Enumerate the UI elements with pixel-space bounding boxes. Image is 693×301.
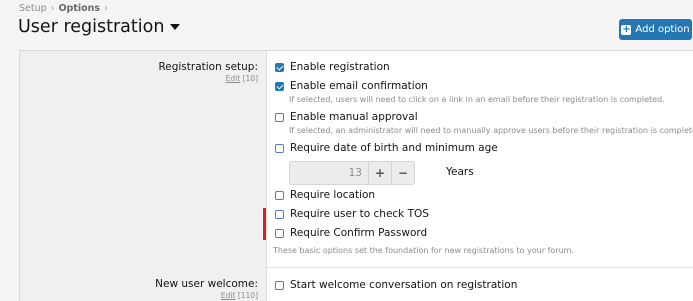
option-welcome-conversation[interactable]: Start welcome conversation on registrati… <box>275 279 517 291</box>
decrement-button[interactable]: − <box>391 162 414 184</box>
option-hint: If selected, an administrator will need … <box>289 126 693 135</box>
plus-square-icon: + <box>621 23 632 35</box>
checkbox-icon[interactable] <box>275 190 284 200</box>
options-panel: Registration setup: Edit [10] New user w… <box>19 50 693 301</box>
increment-button[interactable]: + <box>368 162 391 184</box>
option-require-tos[interactable]: Require user to check TOS <box>275 208 429 220</box>
registration-setup-edit: Edit [10] <box>158 74 258 83</box>
option-enable-email-confirmation[interactable]: Enable email confirmation <box>275 80 428 92</box>
display-order: [110] <box>237 291 258 300</box>
caret-down-icon[interactable] <box>170 24 181 30</box>
checkbox-checked-icon[interactable] <box>275 81 284 91</box>
min-age-stepper[interactable]: 13 + − <box>289 161 415 185</box>
new-user-welcome-edit: Edit [110] <box>155 291 258 300</box>
option-require-confirm-password[interactable]: Require Confirm Password <box>275 227 427 239</box>
change-marker <box>263 208 266 240</box>
new-user-welcome-label: New user welcome: Edit [110] <box>155 278 258 300</box>
option-require-dob[interactable]: Require date of birth and minimum age <box>275 142 498 154</box>
option-label: Require date of birth and minimum age <box>290 142 498 154</box>
breadcrumb-setup[interactable]: Setup <box>19 3 47 14</box>
label-column: Registration setup: Edit [10] New user w… <box>20 51 267 301</box>
breadcrumb-separator: › <box>50 3 55 14</box>
option-enable-manual-approval[interactable]: Enable manual approval <box>275 111 418 123</box>
option-label: Require location <box>290 189 376 201</box>
section-explain: These basic options set the foundation f… <box>273 246 574 255</box>
checkbox-icon[interactable] <box>275 228 284 238</box>
checkbox-checked-icon[interactable] <box>275 62 284 72</box>
page-title[interactable]: User registration <box>18 17 181 37</box>
option-require-location[interactable]: Require location <box>275 189 375 201</box>
option-hint: If selected, users will need to click on… <box>289 95 665 104</box>
option-label: Enable manual approval <box>290 111 418 123</box>
registration-setup-label: Registration setup: Edit [10] <box>158 61 258 83</box>
edit-link[interactable]: Edit <box>226 74 241 83</box>
add-option-label: Add option <box>635 24 690 35</box>
checkbox-icon[interactable] <box>275 209 284 219</box>
option-label: Start welcome conversation on registrati… <box>290 279 518 291</box>
option-label: Enable email confirmation <box>290 80 428 92</box>
edit-link[interactable]: Edit <box>221 291 236 300</box>
section-divider <box>266 267 693 268</box>
checkbox-icon[interactable] <box>275 143 284 153</box>
option-label: Enable registration <box>290 61 390 73</box>
min-age-unit: Years <box>446 166 474 178</box>
option-enable-registration[interactable]: Enable registration <box>275 61 390 73</box>
checkbox-icon[interactable] <box>275 280 284 290</box>
breadcrumb-separator: › <box>104 3 108 14</box>
option-label: Require user to check TOS <box>290 208 429 220</box>
registration-setup-title: Registration setup: <box>158 61 258 73</box>
display-order: [10] <box>242 74 258 83</box>
page-title-text: User registration <box>18 17 165 37</box>
add-option-button[interactable]: + Add option <box>619 19 692 40</box>
breadcrumb: Setup › Options › <box>19 3 112 14</box>
option-label: Require Confirm Password <box>290 227 428 239</box>
min-age-input[interactable]: 13 <box>290 162 368 184</box>
new-user-welcome-title: New user welcome: <box>155 278 258 290</box>
breadcrumb-options[interactable]: Options <box>58 3 100 14</box>
checkbox-icon[interactable] <box>275 112 284 122</box>
